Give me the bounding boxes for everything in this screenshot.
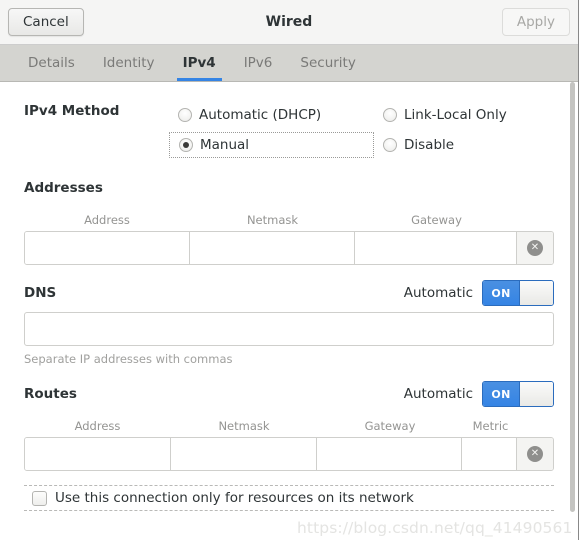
gateway-input[interactable]: [354, 232, 517, 264]
routes-section: Routes Automatic ON Address Netmask Gate…: [24, 381, 554, 471]
ipv4-method-options: Automatic (DHCP) Link-Local Only Manual …: [169, 100, 554, 160]
routes-table-row: ✕: [24, 437, 554, 471]
addresses-col-gateway: Gateway: [411, 213, 462, 227]
radio-disable-icon[interactable]: [383, 138, 397, 152]
vertical-scrollbar[interactable]: [569, 46, 576, 528]
method-row-1: Automatic (DHCP) Link-Local Only: [169, 100, 554, 130]
addresses-col-address: Address: [84, 213, 130, 227]
route-netmask-input[interactable]: [171, 438, 317, 470]
method-row-2: Manual Disable: [169, 130, 554, 160]
radio-manual-label[interactable]: Manual: [200, 137, 249, 153]
tab-details[interactable]: Details: [14, 45, 89, 81]
radio-link-local-only-icon[interactable]: [383, 108, 397, 122]
cancel-button[interactable]: Cancel: [8, 7, 84, 37]
addresses-section: Addresses Address Netmask Gateway ✕: [24, 176, 554, 265]
scrollbar-thumb[interactable]: [570, 82, 575, 512]
page-title: Wired: [265, 14, 313, 30]
routes-toggle-state: ON: [483, 382, 519, 406]
radio-option-automatic-dhcp[interactable]: Automatic (DHCP): [169, 107, 374, 123]
routes-toggle-knob: [519, 382, 553, 406]
routes-column-headers: Address Netmask Gateway Metric: [24, 406, 554, 433]
radio-manual-icon[interactable]: [179, 138, 193, 152]
ipv4-settings-panel: IPv4 Method Automatic (DHCP) Link-Local …: [0, 82, 578, 539]
routes-col-gateway: Gateway: [364, 419, 416, 433]
dns-section: DNS Automatic ON Separate IP addresses w…: [24, 280, 554, 366]
network-settings-dialog: Cancel Wired Apply Details Identity IPv4…: [0, 0, 579, 540]
radio-automatic-dhcp-icon[interactable]: [178, 108, 192, 122]
dns-automatic-toggle[interactable]: ON: [482, 280, 554, 306]
delete-route-row-button[interactable]: ✕: [516, 438, 553, 470]
header-bar: Cancel Wired Apply: [0, 0, 578, 45]
circle-x-icon: ✕: [527, 240, 543, 256]
routes-col-metric: Metric: [472, 419, 509, 433]
routes-col-address: Address: [74, 419, 121, 433]
restrict-connection-row[interactable]: Use this connection only for resources o…: [24, 485, 554, 511]
radio-automatic-dhcp-label[interactable]: Automatic (DHCP): [199, 107, 321, 123]
radio-option-disable[interactable]: Disable: [374, 137, 554, 153]
dns-toggle-knob: [519, 281, 553, 305]
dns-toggle-state: ON: [483, 281, 519, 305]
tab-bar: Details Identity IPv4 IPv6 Security: [0, 45, 578, 82]
ipv4-method-label: IPv4 Method: [24, 103, 120, 119]
tab-security[interactable]: Security: [286, 45, 369, 81]
tab-identity[interactable]: Identity: [89, 45, 169, 81]
addresses-col-netmask: Netmask: [246, 213, 299, 227]
dns-hint: Separate IP addresses with commas: [24, 352, 233, 366]
tab-ipv4[interactable]: IPv4: [169, 45, 230, 81]
routes-title: Routes: [24, 386, 77, 402]
addresses-title: Addresses: [24, 180, 103, 196]
radio-link-local-only-label[interactable]: Link-Local Only: [404, 107, 507, 123]
routes-header: Routes Automatic ON: [24, 381, 554, 407]
routes-automatic-toggle[interactable]: ON: [482, 381, 554, 407]
addresses-column-headers: Address Netmask Gateway: [24, 200, 554, 227]
route-gateway-input[interactable]: [316, 438, 463, 470]
netmask-input[interactable]: [190, 232, 355, 264]
dns-header: DNS Automatic ON: [24, 280, 554, 306]
restrict-connection-checkbox[interactable]: [32, 490, 47, 506]
addresses-header: Addresses: [24, 176, 554, 200]
radio-disable-label[interactable]: Disable: [404, 137, 454, 153]
route-metric-input[interactable]: [462, 438, 517, 470]
radio-option-manual[interactable]: Manual: [169, 132, 374, 158]
routes-col-netmask: Netmask: [218, 419, 270, 433]
ipv4-method-section: IPv4 Method Automatic (DHCP) Link-Local …: [24, 100, 554, 160]
tab-ipv6[interactable]: IPv6: [230, 45, 287, 81]
dns-servers-input[interactable]: [24, 312, 554, 346]
address-input[interactable]: [25, 232, 191, 264]
addresses-table-row: ✕: [24, 231, 554, 265]
restrict-connection-label[interactable]: Use this connection only for resources o…: [55, 490, 414, 506]
apply-button[interactable]: Apply: [501, 7, 570, 37]
circle-x-icon: ✕: [526, 446, 543, 462]
route-address-input[interactable]: [25, 438, 172, 470]
dns-automatic-label: Automatic: [403, 285, 473, 301]
radio-option-link-local-only[interactable]: Link-Local Only: [374, 107, 554, 123]
dns-title: DNS: [24, 285, 57, 301]
delete-address-row-button[interactable]: ✕: [517, 232, 553, 264]
routes-automatic-label: Automatic: [403, 386, 473, 402]
